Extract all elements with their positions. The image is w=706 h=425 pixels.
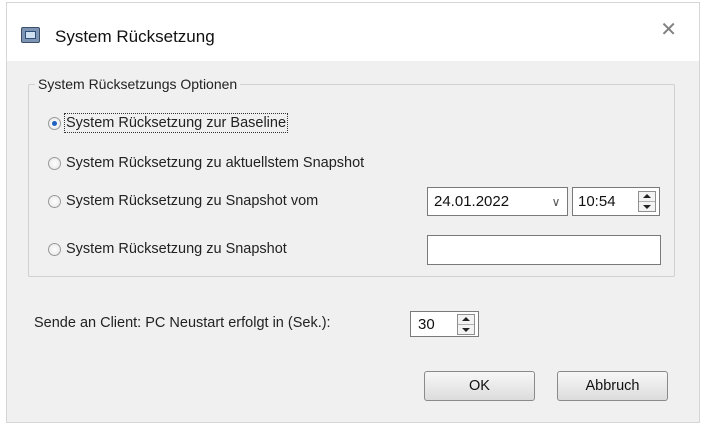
snapshot-time-value: 10:54 bbox=[578, 193, 616, 210]
spin-up-icon[interactable] bbox=[639, 192, 655, 202]
title-bar: System Rücksetzung ✕ bbox=[7, 3, 699, 61]
radio-option-latest-snapshot-label: System Rücksetzung zu aktuellstem Snapsh… bbox=[66, 155, 365, 171]
radio-button-baseline[interactable] bbox=[48, 116, 61, 130]
snapshot-time-field[interactable]: 10:54 bbox=[572, 187, 660, 216]
radio-button-snapshot[interactable] bbox=[48, 242, 61, 256]
radio-option-snapshot-label: System Rücksetzung zu Snapshot bbox=[66, 241, 287, 257]
radio-option-snapshot-from[interactable]: System Rücksetzung zu Snapshot vom bbox=[48, 193, 318, 209]
radio-option-baseline-label: System Rücksetzung zur Baseline bbox=[63, 113, 289, 133]
radio-button-snapshot-from[interactable] bbox=[48, 194, 61, 208]
restart-delay-value: 30 bbox=[418, 315, 435, 333]
reset-options-legend: System Rücksetzungs Optionen bbox=[38, 76, 238, 92]
close-icon[interactable]: ✕ bbox=[660, 19, 677, 39]
restart-delay-spinner[interactable] bbox=[457, 313, 475, 335]
snapshot-name-input[interactable] bbox=[427, 235, 661, 265]
window-title: System Rücksetzung bbox=[55, 27, 215, 46]
radio-option-snapshot-from-label: System Rücksetzung zu Snapshot vom bbox=[66, 193, 319, 209]
radio-option-snapshot[interactable]: System Rücksetzung zu Snapshot bbox=[48, 241, 287, 257]
snapshot-date-value: 24.01.2022 bbox=[434, 193, 510, 210]
restart-delay-stepper[interactable]: 30 bbox=[410, 311, 479, 337]
spin-up-icon[interactable] bbox=[458, 315, 474, 325]
restart-delay-label: Sende an Client: PC Neustart erfolgt in … bbox=[34, 315, 331, 331]
snapshot-date-picker[interactable]: 24.01.2022 ∨ bbox=[427, 187, 568, 216]
spin-down-icon[interactable] bbox=[639, 202, 655, 211]
chevron-down-icon[interactable]: ∨ bbox=[545, 195, 567, 209]
app-window-icon bbox=[21, 27, 40, 43]
radio-option-baseline[interactable]: System Rücksetzung zur Baseline bbox=[48, 113, 289, 133]
radio-button-latest-snapshot[interactable] bbox=[48, 156, 61, 170]
ok-button[interactable]: OK bbox=[424, 371, 535, 401]
radio-option-latest-snapshot[interactable]: System Rücksetzung zu aktuellstem Snapsh… bbox=[48, 155, 364, 171]
cancel-button[interactable]: Abbruch bbox=[557, 371, 668, 401]
time-spinner[interactable] bbox=[638, 191, 656, 212]
spin-down-icon[interactable] bbox=[458, 325, 474, 334]
